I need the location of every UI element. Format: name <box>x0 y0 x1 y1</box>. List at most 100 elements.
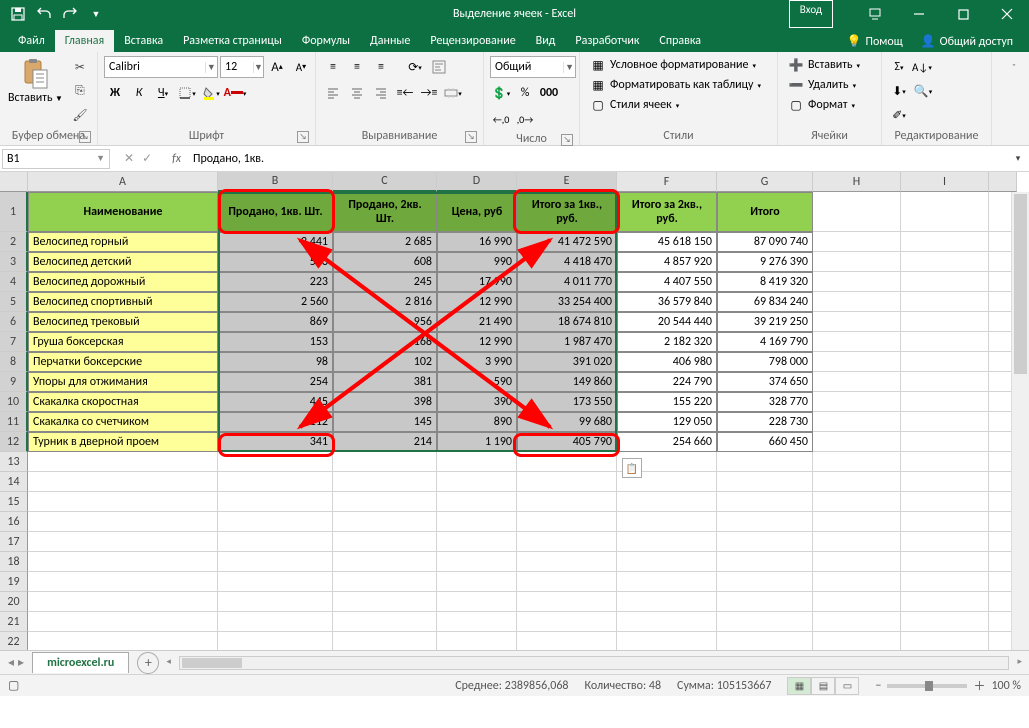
tab-home[interactable]: Главная <box>55 30 114 52</box>
enter-formula-icon[interactable]: ✓ <box>142 151 152 166</box>
font-size-combo[interactable]: ▼ <box>220 56 264 78</box>
tab-developer[interactable]: Разработчик <box>565 30 649 52</box>
align-right-icon[interactable] <box>370 82 392 104</box>
cell[interactable] <box>901 632 989 650</box>
cell[interactable] <box>901 352 989 372</box>
row-header[interactable]: 11 <box>0 412 28 432</box>
cell[interactable] <box>717 572 813 592</box>
cell[interactable]: 145 <box>333 412 437 432</box>
qat-customize-icon[interactable]: ▼ <box>84 2 108 26</box>
cell[interactable]: 4 857 920 <box>617 252 717 272</box>
cell[interactable] <box>333 472 437 492</box>
cell[interactable]: 956 <box>333 312 437 332</box>
zoom-control[interactable]: − ＋ 100 % <box>875 677 1021 694</box>
underline-icon[interactable]: Ч▾ <box>152 82 174 104</box>
cell[interactable] <box>813 592 901 612</box>
decrease-indent-icon[interactable]: ≡← <box>394 82 416 104</box>
tab-view[interactable]: Вид <box>526 30 566 52</box>
cell[interactable]: 4 407 550 <box>617 272 717 292</box>
name-box[interactable]: B1▼ <box>2 149 110 169</box>
cell[interactable] <box>517 512 617 532</box>
cell[interactable]: 39 219 250 <box>717 312 813 332</box>
cell[interactable] <box>813 232 901 252</box>
cell[interactable]: 4 169 790 <box>717 332 813 352</box>
cell[interactable]: 45 618 150 <box>617 232 717 252</box>
decrease-decimal-icon[interactable]: ,0→ <box>514 108 536 130</box>
tell-me-button[interactable]: 💡Помощ <box>841 31 909 52</box>
cell[interactable]: 2 816 <box>333 292 437 312</box>
cell[interactable]: 381 <box>333 372 437 392</box>
vertical-scrollbar[interactable] <box>1011 192 1029 650</box>
row-header[interactable]: 19 <box>0 572 28 592</box>
cell[interactable] <box>517 472 617 492</box>
cell[interactable] <box>437 612 517 632</box>
cell[interactable]: 341 <box>218 432 333 452</box>
cell[interactable] <box>901 472 989 492</box>
table-header-cell[interactable]: Итого за 2кв., руб. <box>617 192 717 232</box>
cell[interactable] <box>717 612 813 632</box>
cell[interactable]: 254 <box>218 372 333 392</box>
cell[interactable] <box>218 452 333 472</box>
cell[interactable] <box>218 552 333 572</box>
cell[interactable] <box>617 572 717 592</box>
paste-options-icon[interactable]: 📋 <box>622 458 642 478</box>
cell[interactable] <box>617 612 717 632</box>
cell[interactable] <box>617 532 717 552</box>
cell[interactable] <box>333 492 437 512</box>
cell[interactable] <box>437 512 517 532</box>
wrap-text-icon[interactable] <box>428 56 450 78</box>
cell[interactable]: Скакалка со счетчиком <box>28 412 218 432</box>
align-middle-icon[interactable]: ≡ <box>346 56 368 78</box>
cell[interactable] <box>813 372 901 392</box>
save-icon[interactable] <box>6 2 30 26</box>
tab-insert[interactable]: Вставка <box>114 30 173 52</box>
macro-record-icon[interactable]: ▢ <box>8 678 19 693</box>
cell[interactable]: 33 254 400 <box>517 292 617 312</box>
cell[interactable] <box>28 612 218 632</box>
cell[interactable] <box>437 632 517 650</box>
column-header[interactable]: E <box>517 172 617 192</box>
cell[interactable]: 20 544 440 <box>617 312 717 332</box>
cell[interactable]: 2 685 <box>333 232 437 252</box>
cell[interactable] <box>617 552 717 572</box>
cut-icon[interactable]: ✂ <box>69 56 91 78</box>
cell[interactable] <box>901 512 989 532</box>
cell[interactable]: 21 490 <box>437 312 517 332</box>
cell[interactable] <box>813 492 901 512</box>
cell[interactable] <box>218 532 333 552</box>
cell[interactable] <box>813 512 901 532</box>
cell[interactable]: 4 418 470 <box>517 252 617 272</box>
cell[interactable] <box>717 632 813 650</box>
tab-layout[interactable]: Разметка страницы <box>173 30 292 52</box>
increase-indent-icon[interactable]: →≡ <box>418 82 440 104</box>
cell[interactable]: 224 790 <box>617 372 717 392</box>
paste-button[interactable]: Вставить ▼ <box>6 56 65 107</box>
cell[interactable] <box>218 572 333 592</box>
comma-icon[interactable]: 000 <box>538 82 560 104</box>
chevron-down-icon[interactable]: ▼ <box>96 153 105 164</box>
fx-icon[interactable]: fx <box>166 152 187 166</box>
cell[interactable]: 4 011 770 <box>517 272 617 292</box>
cell[interactable] <box>813 292 901 312</box>
cell[interactable] <box>517 452 617 472</box>
cell[interactable] <box>218 592 333 612</box>
cell[interactable] <box>218 472 333 492</box>
cell[interactable] <box>717 452 813 472</box>
cell[interactable] <box>617 632 717 650</box>
cell[interactable] <box>517 612 617 632</box>
cell[interactable] <box>333 452 437 472</box>
zoom-in-icon[interactable]: ＋ <box>973 677 985 694</box>
row-header[interactable]: 2 <box>0 232 28 252</box>
tab-review[interactable]: Рецензирование <box>420 30 525 52</box>
cell[interactable] <box>901 192 989 232</box>
tab-data[interactable]: Данные <box>360 30 420 52</box>
table-header-cell[interactable]: Наименование <box>28 192 218 232</box>
column-header[interactable]: C <box>333 172 437 192</box>
cell[interactable]: 18 674 810 <box>517 312 617 332</box>
table-header-cell[interactable]: Продано, 1кв. Шт. <box>218 192 333 232</box>
cell[interactable] <box>901 272 989 292</box>
cell[interactable] <box>813 612 901 632</box>
cell[interactable]: 12 990 <box>437 292 517 312</box>
cell[interactable]: 374 650 <box>717 372 813 392</box>
clipboard-launcher-icon[interactable]: ↘ <box>79 131 91 143</box>
